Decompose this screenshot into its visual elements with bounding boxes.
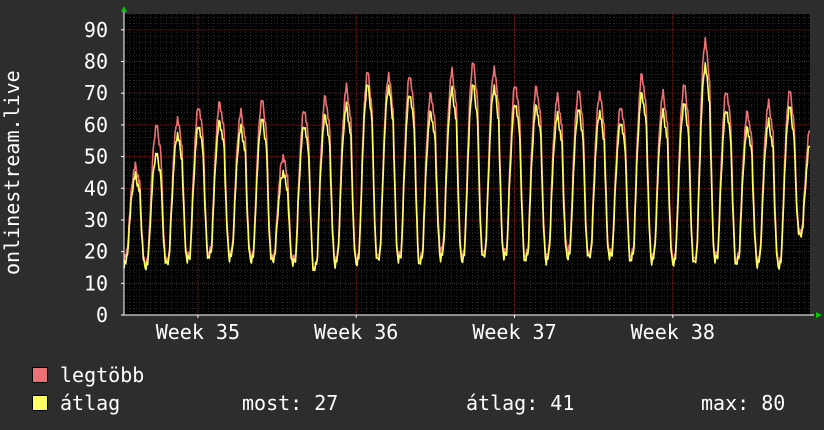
chart: 0 10 20 30 40 50 60 70 80 90 Week 35 Week 36 Week 37… — [0, 6, 822, 344]
legend-swatch-avg — [32, 395, 48, 411]
y-tick-label: 10 — [84, 271, 108, 295]
stat-max: max: 80 — [701, 393, 785, 413]
stat-avg: átlag: 41 — [466, 393, 574, 413]
x-tick-label: Week 36 — [314, 320, 398, 344]
x-axis-arrow — [816, 312, 822, 318]
legend-label-avg: átlag — [60, 391, 121, 415]
legend-label-max: legtöbb — [60, 363, 145, 387]
stat-now-label: most: — [242, 391, 303, 415]
y-tick-label: 60 — [84, 113, 108, 137]
legend-swatch-max — [32, 367, 48, 383]
y-tick-label: 40 — [84, 176, 108, 200]
y-tick-label: 50 — [84, 145, 108, 169]
x-tick-label: Week 38 — [631, 320, 715, 344]
stat-avg-label: átlag: — [466, 391, 539, 415]
legend-row-avg: átlag most: 27 átlag: 41 max: 80 — [32, 393, 812, 413]
y-tick-label: 80 — [84, 50, 108, 74]
y-axis-arrow — [121, 6, 127, 12]
x-tick-label: Week 37 — [472, 320, 556, 344]
stat-now: most: 27 — [242, 393, 338, 413]
y-tick-label: 30 — [84, 208, 108, 232]
stat-now-value: 27 — [314, 391, 339, 415]
y-axis-label: onlinestream.live — [0, 70, 24, 275]
y-tick-label: 70 — [84, 81, 108, 105]
y-tick-label: 90 — [84, 18, 108, 42]
y-tick-label: 0 — [96, 303, 108, 327]
stat-avg-value: 41 — [550, 391, 575, 415]
stat-max-label: max: — [701, 391, 750, 415]
stat-max-value: 80 — [761, 391, 786, 415]
legend-row-max: legtöbb — [32, 365, 144, 385]
x-tick-label: Week 35 — [156, 320, 240, 344]
y-tick-label: 20 — [84, 240, 108, 264]
